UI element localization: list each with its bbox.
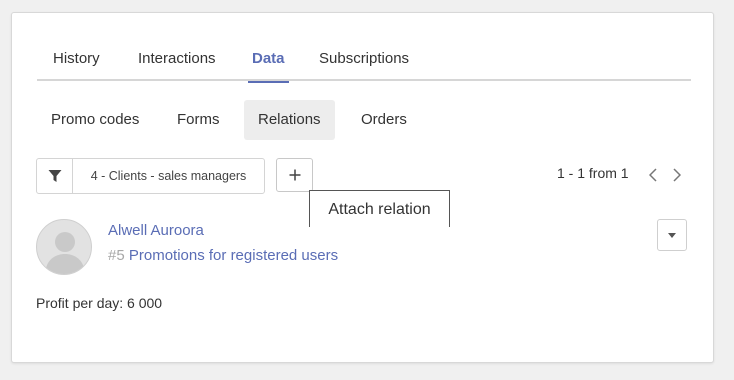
filter-value[interactable]: 4 - Clients - sales managers bbox=[73, 169, 264, 183]
subtab-relations[interactable]: Relations bbox=[244, 100, 335, 140]
relation-type-filter[interactable]: 4 - Clients - sales managers bbox=[36, 158, 265, 194]
record-menu-button[interactable] bbox=[657, 219, 687, 251]
caret-down-icon bbox=[668, 232, 676, 238]
main-tabs: History Interactions Data Subscriptions bbox=[37, 43, 691, 83]
tab-history[interactable]: History bbox=[53, 43, 100, 81]
next-page-button[interactable] bbox=[669, 165, 685, 185]
subtab-promo-codes[interactable]: Promo codes bbox=[37, 100, 153, 140]
tab-subscriptions[interactable]: Subscriptions bbox=[319, 43, 409, 81]
user-avatar-icon bbox=[45, 232, 85, 274]
subtab-forms[interactable]: Forms bbox=[163, 100, 234, 140]
chevron-right-icon bbox=[673, 168, 681, 182]
filter-icon bbox=[48, 170, 61, 182]
tab-data[interactable]: Data bbox=[248, 43, 288, 83]
filter-button[interactable] bbox=[37, 159, 73, 193]
plus-icon bbox=[289, 169, 300, 181]
relations-card: History Interactions Data Subscriptions … bbox=[11, 12, 714, 363]
pagination-text: 1 - 1 from 1 bbox=[557, 165, 629, 181]
promo-name-link[interactable]: Promotions for registered users bbox=[129, 247, 338, 264]
tab-interactions[interactable]: Interactions bbox=[138, 43, 216, 81]
prev-page-button[interactable] bbox=[645, 165, 661, 185]
attach-relation-button[interactable] bbox=[276, 158, 313, 192]
chevron-left-icon bbox=[649, 168, 657, 182]
promo-line: #5 Promotions for registered users bbox=[108, 247, 338, 264]
promo-number: #5 bbox=[108, 247, 125, 264]
attach-relation-tooltip: Attach relation bbox=[309, 190, 450, 227]
profit-per-day: Profit per day: 6 000 bbox=[36, 295, 163, 311]
client-name-link[interactable]: Alwell Auroora bbox=[108, 222, 204, 239]
subtab-orders[interactable]: Orders bbox=[347, 100, 421, 140]
avatar bbox=[36, 219, 92, 275]
